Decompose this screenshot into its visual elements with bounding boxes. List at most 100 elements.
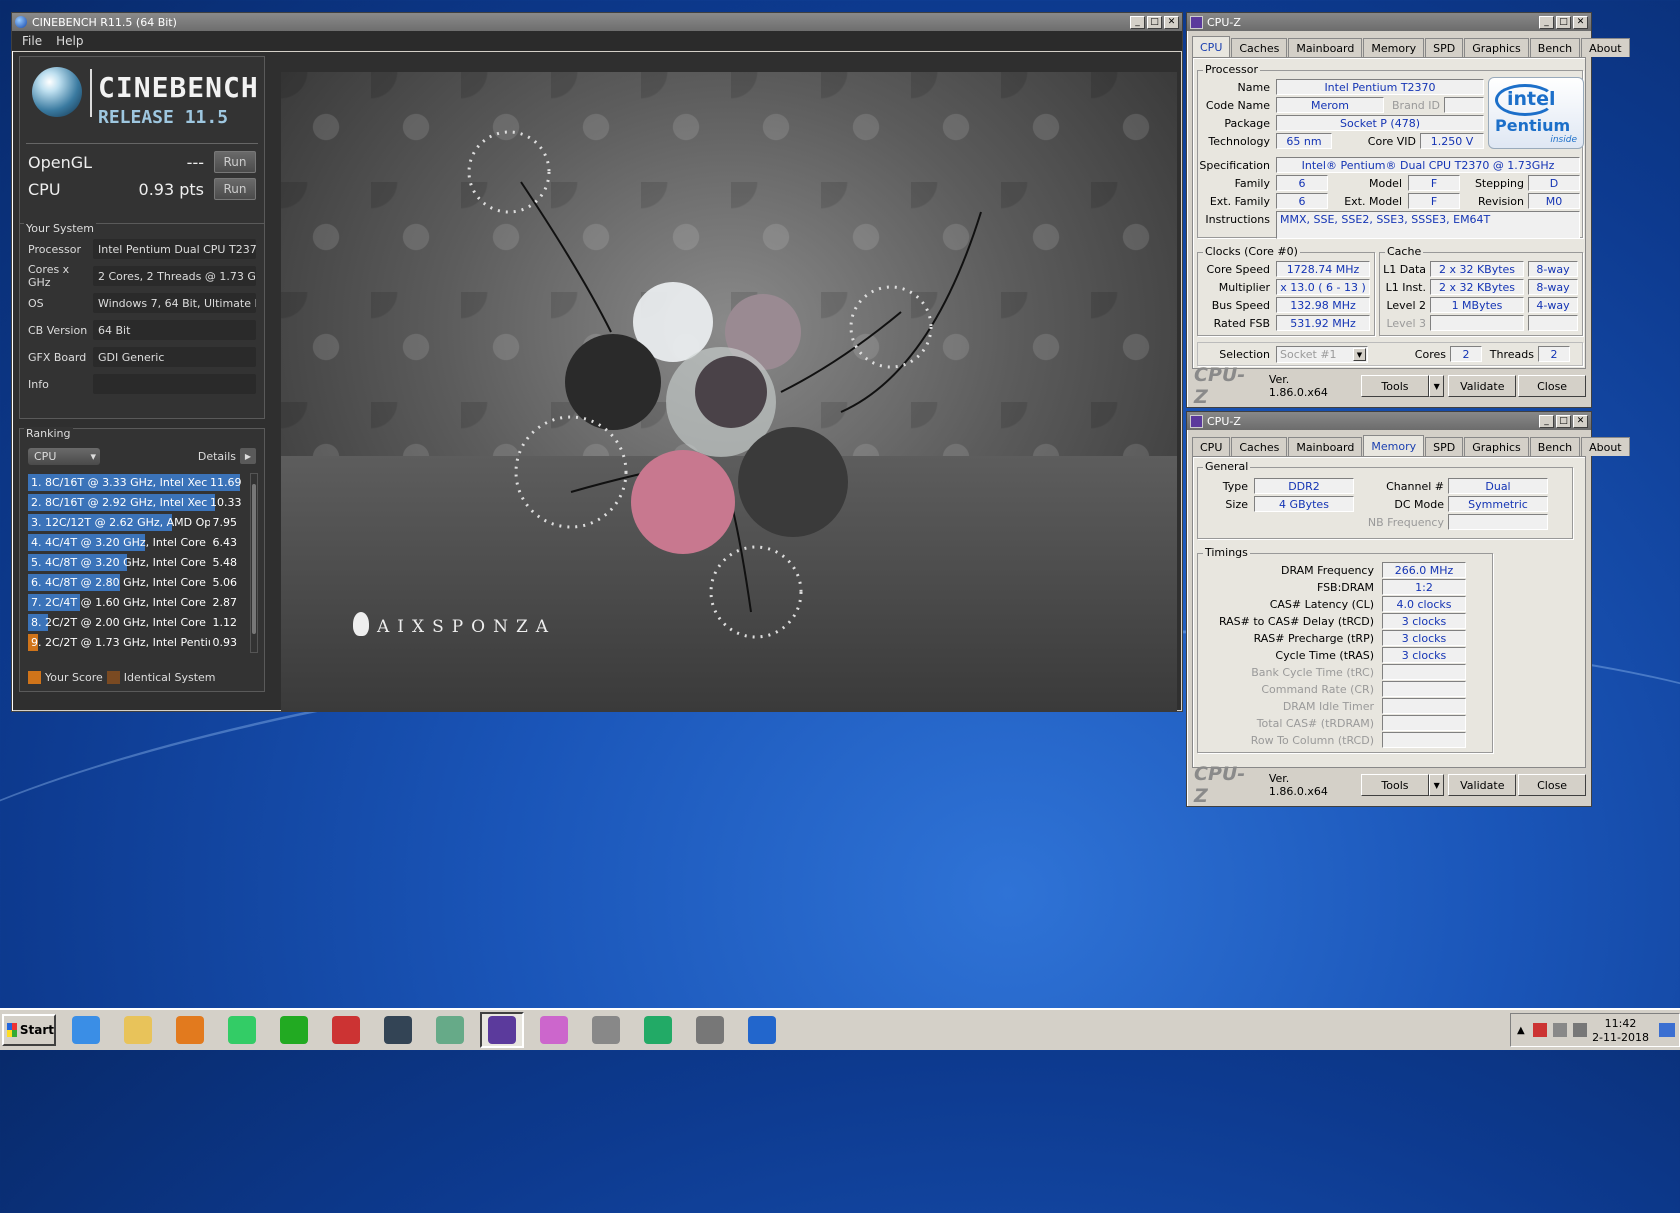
ranking-item[interactable]: 2. 8C/16T @ 2.92 GHz, Intel Xec 10.33 (28, 493, 242, 512)
ranking-item[interactable]: 7. 2C/4T @ 1.60 GHz, Intel Core i! 2.87 (28, 593, 240, 612)
timings-group: Timings DRAM Frequency 266.0 MHz FSB:DRAM 1… (1197, 546, 1493, 753)
close-button[interactable]: ✕ (1573, 15, 1588, 29)
close-window-button[interactable]: Close (1518, 774, 1586, 796)
volume-icon[interactable] (1572, 1023, 1587, 1037)
timing-value (1382, 715, 1466, 731)
bug-tool-icon[interactable] (688, 1012, 732, 1048)
media-player-icon[interactable] (168, 1012, 212, 1048)
tab-memory[interactable]: Memory (1363, 38, 1425, 57)
tab-cpu[interactable]: CPU (1192, 36, 1231, 57)
socket-select[interactable]: Socket #1 ▼ (1276, 346, 1368, 363)
ranking-item[interactable]: 9. 2C/2T @ 1.73 GHz, Intel Pentiu 0.93 (28, 633, 240, 652)
ranking-item-label: 3. 12C/12T @ 2.62 GHz, AMD Op (31, 516, 210, 529)
tab-mainboard[interactable]: Mainboard (1288, 38, 1363, 57)
ranking-item[interactable]: 4. 4C/4T @ 3.20 GHz, Intel Core i! 6.43 (28, 533, 240, 552)
maximize-button[interactable]: □ (1147, 15, 1162, 29)
opengl-run-button[interactable]: Run (214, 151, 256, 173)
window-title: CINEBENCH R11.5 (64 Bit) (32, 15, 177, 29)
ranking-select[interactable]: CPU ▾ (28, 447, 100, 465)
cpuz-titlebar[interactable]: CPU-Z _ □ ✕ (1187, 13, 1591, 31)
validate-button[interactable]: Validate (1448, 375, 1517, 397)
ranking-item[interactable]: 5. 4C/8T @ 3.20 GHz, Intel Core i 5.48 (28, 553, 240, 572)
show-desktop-icon[interactable] (1659, 1023, 1675, 1037)
timing-label: Cycle Time (tRAS) (1275, 649, 1374, 662)
field-label: Package (1224, 117, 1270, 130)
info-field[interactable] (93, 374, 256, 394)
ranking-item[interactable]: 8. 2C/2T @ 2.00 GHz, Intel Core 2 1.12 (28, 613, 240, 632)
tab-graphics[interactable]: Graphics (1464, 437, 1529, 456)
power-icon[interactable] (1552, 1023, 1567, 1037)
start-button[interactable]: Start (2, 1014, 56, 1046)
tab-spd[interactable]: SPD (1425, 437, 1464, 456)
ranking-item[interactable]: 1. 8C/16T @ 3.33 GHz, Intel Xec 11.69 (28, 473, 242, 492)
cinebench-sidebar: CINEBENCH RELEASE 11.5 OpenGL --- Run CP… (19, 56, 265, 704)
cpu-run-button[interactable]: Run (214, 178, 256, 200)
tray-clock[interactable]: 11:42 2-11-2018 (1592, 1017, 1649, 1045)
socket-select-value: Socket #1 (1280, 348, 1337, 361)
tab-memory[interactable]: Memory (1363, 435, 1425, 456)
maximize-button[interactable]: □ (1556, 15, 1571, 29)
superpi-glyph (228, 1016, 256, 1044)
internet-explorer-glyph (72, 1016, 100, 1044)
tab-bench[interactable]: Bench (1529, 38, 1581, 57)
tab-mainboard[interactable]: Mainboard (1288, 437, 1363, 456)
code-name: Merom (1276, 97, 1384, 113)
ranking-scrollbar[interactable] (250, 473, 258, 653)
super-pi-icon[interactable] (636, 1012, 680, 1048)
tools-dropdown-icon[interactable]: ▼ (1428, 375, 1445, 397)
memory-tool-icon[interactable] (272, 1012, 316, 1048)
menu-help[interactable]: Help (56, 34, 83, 48)
tab-caches[interactable]: Caches (1231, 38, 1288, 57)
minimize-button[interactable]: _ (1539, 15, 1554, 29)
close-button[interactable]: ✕ (1164, 15, 1179, 29)
paint-glyph (540, 1016, 568, 1044)
cross-app-icon[interactable] (324, 1012, 368, 1048)
clock-time: 11:42 (1604, 1017, 1637, 1030)
paint-icon[interactable] (532, 1012, 576, 1048)
validate-button[interactable]: Validate (1448, 774, 1517, 796)
superpi-icon[interactable] (220, 1012, 264, 1048)
l1-data: 2 x 32 KBytes (1430, 261, 1524, 277)
field-label: Multiplier (1218, 281, 1270, 294)
ranking-item[interactable]: 3. 12C/12T @ 2.62 GHz, AMD Op 7.95 (28, 513, 240, 532)
tab-cpu[interactable]: CPU (1192, 437, 1231, 456)
field-label: L1 Data (1383, 263, 1426, 276)
folder-icon[interactable] (116, 1012, 160, 1048)
menu-file[interactable]: File (22, 34, 42, 48)
tab-about[interactable]: About (1581, 437, 1630, 456)
cinema4d-icon[interactable] (376, 1012, 420, 1048)
cpuz-icon[interactable] (480, 1012, 524, 1048)
scrollbar-thumb[interactable] (252, 484, 256, 634)
timing-label: FSB:DRAM (1316, 581, 1374, 594)
tab-about[interactable]: About (1581, 38, 1630, 57)
tools-dropdown-icon[interactable]: ▼ (1428, 774, 1445, 796)
maximize-button[interactable]: □ (1556, 414, 1571, 428)
network-icon[interactable] (1532, 1023, 1547, 1037)
system-row-gfx: GFX Board GDI Generic (28, 346, 256, 368)
tray-expand-icon[interactable]: ▲ (1517, 1025, 1525, 1036)
tab-caches[interactable]: Caches (1231, 437, 1288, 456)
cpuz-titlebar[interactable]: CPU-Z _ □ ✕ (1187, 412, 1591, 430)
details-button[interactable]: Details ▶ (198, 448, 256, 464)
minimize-button[interactable]: _ (1539, 414, 1554, 428)
tab-graphics[interactable]: Graphics (1464, 38, 1529, 57)
clocks-group: Clocks (Core #0) Core Speed 1728.74 MHz … (1197, 245, 1375, 336)
timing-label: Bank Cycle Time (tRC) (1251, 666, 1374, 679)
multiplier: x 13.0 ( 6 - 13 ) (1276, 279, 1370, 295)
ranking-item[interactable]: 6. 4C/8T @ 2.80 GHz, Intel Core i 5.06 (28, 573, 240, 592)
tab-bench[interactable]: Bench (1529, 437, 1581, 456)
monitor-app-icon[interactable] (428, 1012, 472, 1048)
tab-spd[interactable]: SPD (1425, 38, 1464, 57)
tools-button[interactable]: Tools (1361, 375, 1429, 397)
cinebench-titlebar[interactable]: CINEBENCH R11.5 (64 Bit) _ □ ✕ (12, 13, 1182, 31)
window-icon[interactable] (584, 1012, 628, 1048)
cinebench-icon[interactable] (740, 1012, 784, 1048)
system-row-info: Info (28, 373, 256, 395)
close-window-button[interactable]: Close (1518, 375, 1586, 397)
timing-value: 1:2 (1382, 579, 1466, 595)
internet-explorer-icon[interactable] (64, 1012, 108, 1048)
tools-button[interactable]: Tools (1361, 774, 1429, 796)
close-button[interactable]: ✕ (1573, 414, 1588, 428)
minimize-button[interactable]: _ (1130, 15, 1145, 29)
selection-label: Selection (1219, 348, 1270, 361)
